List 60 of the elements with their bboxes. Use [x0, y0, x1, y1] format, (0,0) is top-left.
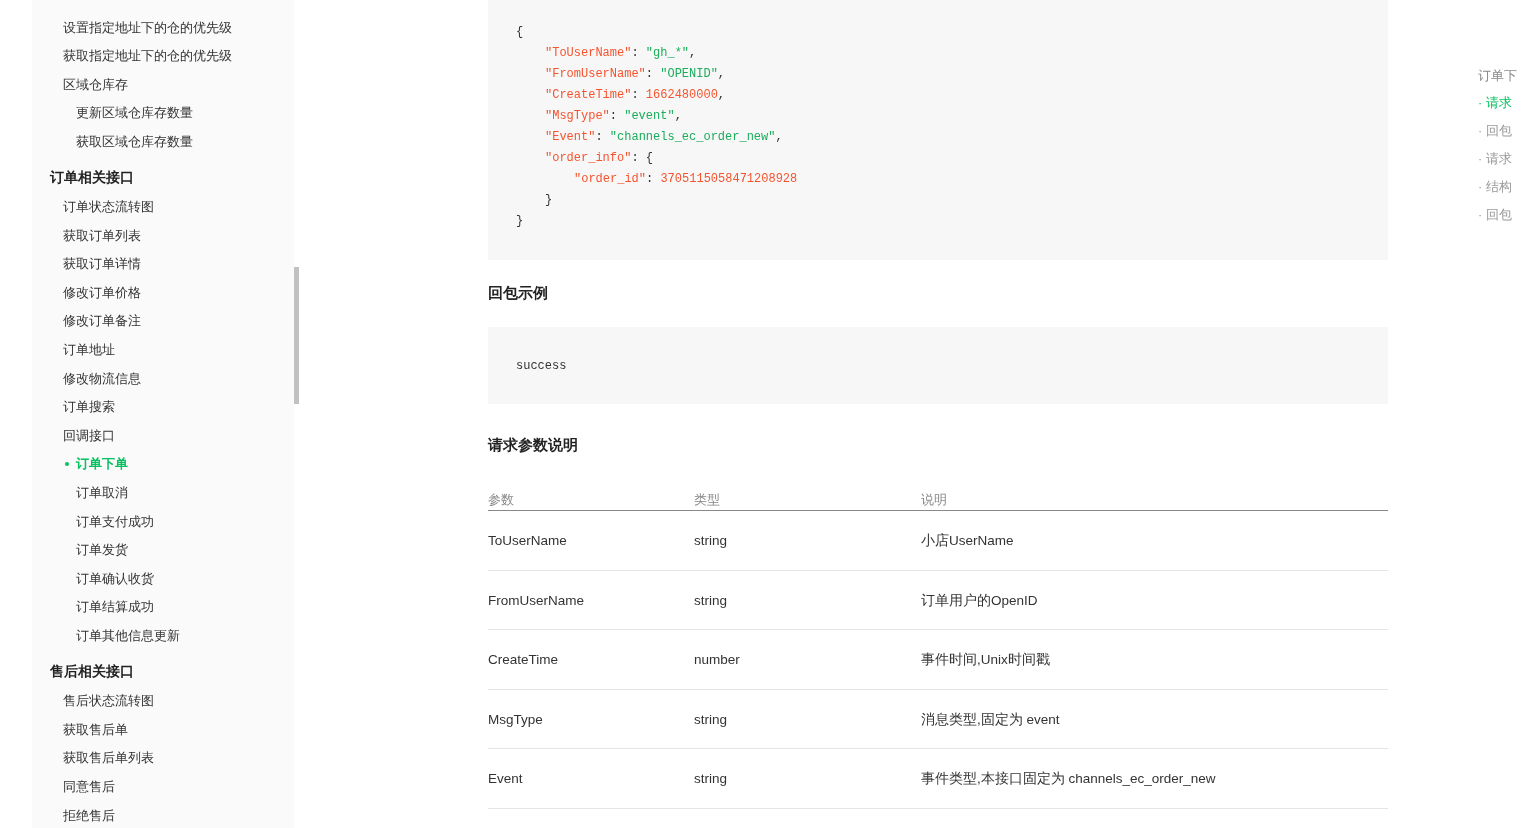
table-cell: Event [488, 771, 523, 787]
code-line: } [545, 193, 553, 207]
table-cell: CreateTime [488, 652, 559, 668]
sidebar-link[interactable]: 设置指定地址下的仓的优先级 [63, 17, 232, 38]
sidebar-link[interactable]: 获取售后单列表 [63, 748, 154, 768]
column-header: 说明 [921, 491, 947, 507]
sidebar-link[interactable]: 获取区域仓库存数量 [76, 131, 193, 152]
code-line: "order_info": { [545, 151, 654, 165]
code-line: "Event": "channels_ec_order_new", [545, 130, 783, 144]
sidebar-link[interactable]: 订单地址 [63, 340, 115, 360]
sidebar-link[interactable]: 订单状态流转图 [63, 197, 154, 217]
table-cell: MsgType [488, 711, 543, 727]
sidebar-link[interactable]: 订单确认收货 [76, 568, 154, 589]
table-cell: 事件时间,Unix时间戳 [921, 652, 1050, 668]
sidebar-link[interactable]: 售后状态流转图 [63, 691, 154, 711]
table-cell: ToUserName [488, 533, 567, 549]
table-cell: string [694, 533, 727, 549]
sidebar-link[interactable]: 修改订单价格 [63, 282, 141, 303]
table-cell: number [694, 652, 740, 668]
sidebar-link[interactable]: 修改物流信息 [63, 368, 141, 389]
table-cell: FromUserName [488, 592, 584, 608]
section-heading: 请求参数说明 [488, 435, 578, 455]
sidebar-link[interactable]: 回调接口 [63, 425, 115, 446]
sidebar-link[interactable]: 获取售后单 [63, 719, 128, 740]
sidebar-link[interactable]: 拒绝售后 [63, 805, 115, 826]
sidebar-link[interactable]: 获取订单列表 [63, 225, 141, 246]
sidebar-link[interactable]: 订单发货 [76, 540, 128, 560]
table-cell: string [694, 711, 727, 727]
sidebar-link[interactable]: 订单结算成功 [76, 597, 154, 617]
sidebar-link[interactable]: 区域仓库存 [63, 74, 128, 95]
sidebar-link[interactable]: 同意售后 [63, 777, 115, 797]
column-header: 类型 [694, 491, 720, 507]
code-line: } [516, 214, 524, 228]
sidebar-link[interactable]: 修改订单备注 [63, 311, 141, 331]
sidebar-link[interactable]: 更新区域仓库存数量 [76, 103, 193, 123]
sidebar-link[interactable]: 订单取消 [76, 483, 128, 503]
sidebar-section-heading: 订单相关接口 [50, 169, 134, 188]
sidebar-link[interactable]: 订单搜索 [63, 397, 115, 417]
sidebar-link[interactable]: 订单支付成功 [76, 511, 154, 532]
code-line: success [516, 357, 567, 375]
code-line: "CreateTime": 1662480000, [545, 88, 726, 102]
code-line: "order_id": 3705115058471208928 [574, 172, 798, 186]
scrollbar-thumb[interactable] [294, 267, 299, 404]
code-line: "ToUserName": "gh_*", [545, 46, 697, 60]
table-cell: 事件类型,本接口固定为 channels_ec_order_new [921, 771, 1216, 787]
sidebar-link[interactable]: 获取指定地址下的仓的优先级 [63, 46, 232, 66]
column-header: 参数 [488, 491, 514, 507]
code-line: "FromUserName": "OPENID", [545, 67, 726, 81]
sidebar-section-heading: 售后相关接口 [50, 663, 134, 682]
toc-link[interactable]: 订单下 [1478, 66, 1517, 86]
section-heading: 回包示例 [488, 283, 548, 303]
table-cell: 订单用户的OpenID [921, 592, 1038, 608]
table-cell: 消息类型,固定为 event [921, 711, 1060, 727]
sidebar-link[interactable]: 订单其他信息更新 [76, 626, 180, 646]
table-cell: 小店UserName [921, 533, 1014, 549]
table-cell: string [694, 592, 727, 608]
table-cell: string [694, 771, 727, 787]
sidebar-link[interactable]: 获取订单详情 [63, 254, 141, 274]
code-line: "MsgType": "event", [545, 109, 682, 123]
code-line: { [516, 25, 524, 39]
